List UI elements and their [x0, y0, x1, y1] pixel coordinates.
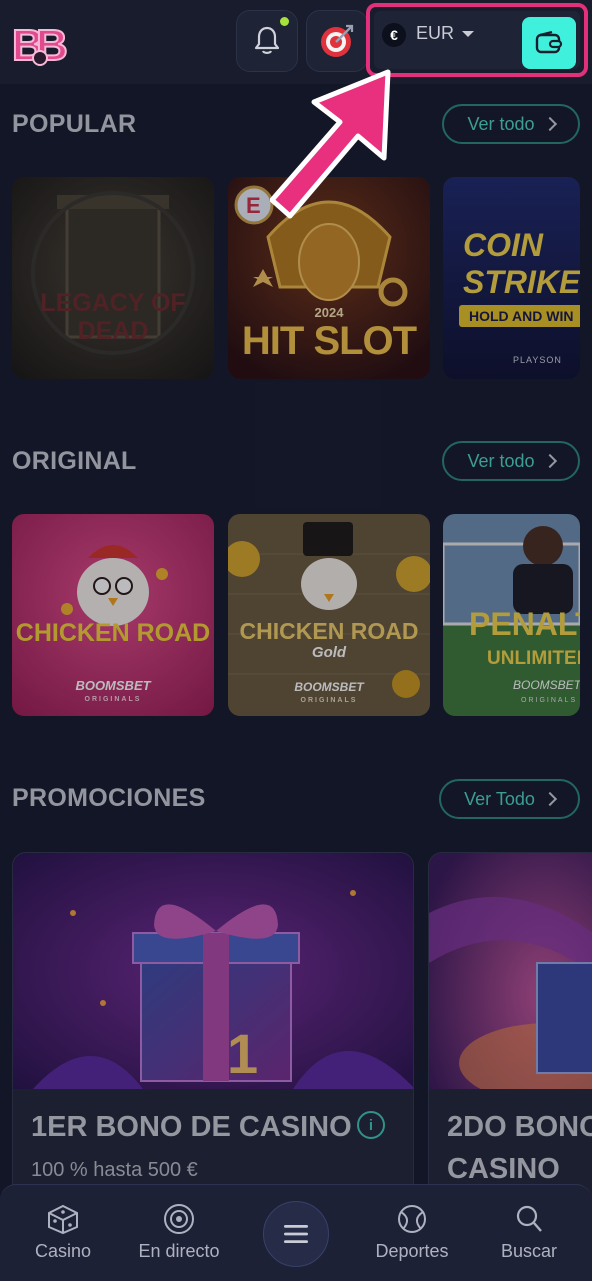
nav-item-sports[interactable]: Deportes [362, 1203, 462, 1262]
game-title: CHICKEN ROAD [15, 619, 211, 647]
game-subtitle: Gold [311, 644, 347, 661]
wallet-panel: € EUR [374, 11, 580, 69]
caret-down-icon[interactable] [462, 31, 474, 37]
currency-symbol: € [382, 23, 406, 47]
brand-label: BOOMSBET [75, 678, 151, 693]
see-all-original-button[interactable]: Ver todo [442, 441, 580, 481]
game-tile-penalty-unlimited[interactable]: PENALTY UNLIMITED BOOMSBET ORIGINALS [443, 514, 580, 716]
nav-item-casino[interactable]: Casino [13, 1203, 113, 1262]
wallet-button[interactable] [522, 17, 576, 69]
menu-button[interactable] [263, 1201, 329, 1267]
game-tile-chicken-road[interactable]: CHICKEN ROAD BOOMSBET ORIGINALS [12, 514, 214, 716]
promo-title: 1ER BONO DE CASINO [31, 1111, 352, 1143]
dice-icon [48, 1204, 78, 1235]
section-title-popular: POPULAR [12, 110, 137, 138]
section-title-promotions: PROMOCIONES [12, 784, 206, 812]
promo-title-line1: 2DO BONO DE [447, 1111, 592, 1143]
section-title-original: ORIGINAL [12, 447, 137, 475]
promo-title-line2: CASINO [447, 1153, 560, 1185]
chevron-right-icon [542, 116, 557, 132]
see-all-label: Ver todo [467, 450, 535, 471]
see-all-label: Ver Todo [464, 788, 535, 809]
game-title: LEGACY OF DEAD [40, 289, 186, 345]
bottom-navigation: Casino En directo Deportes Buscar [0, 1184, 592, 1281]
nav-item-live[interactable]: En directo [129, 1203, 229, 1262]
originals-tag: ORIGINALS [300, 697, 358, 704]
notification-dot [280, 17, 289, 26]
game-year: 2024 [314, 305, 344, 320]
game-tile-legacy-of-dead[interactable]: LEGACY OF DEAD [12, 177, 214, 379]
game-tile-coin-strike[interactable]: COIN STRIKE HOLD AND WIN PLAYSON [443, 177, 580, 379]
see-all-promotions-button[interactable]: Ver Todo [439, 779, 580, 819]
game-title: COIN STRIKE [463, 227, 580, 300]
originals-tag: ORIGINALS [84, 696, 142, 703]
notifications-button[interactable] [236, 10, 298, 72]
info-icon[interactable]: i [357, 1111, 385, 1139]
nav-label: Casino [34, 1241, 92, 1261]
chevron-right-icon [542, 453, 557, 469]
wallet-icon [535, 31, 563, 54]
live-icon [164, 1204, 194, 1234]
brand-label: BOOMSBET [513, 678, 580, 692]
nav-label: En directo [138, 1241, 220, 1261]
game-title: HIT SLOT [241, 319, 417, 363]
game-subtitle: HOLD AND WIN [469, 308, 574, 324]
see-all-popular-button[interactable]: Ver todo [442, 104, 580, 144]
svg-text:E: E [246, 193, 261, 218]
ball-icon [398, 1205, 426, 1233]
promo-card-first-deposit[interactable]: 1 1ER BONO DE CASINO i 100 % hasta 500 € [12, 852, 414, 1212]
nav-label: Deportes [375, 1241, 449, 1261]
game-subtitle: UNLIMITED [487, 648, 580, 669]
promo-card-second-deposit[interactable]: 2DO BONO DE CASINO [428, 852, 592, 1212]
promo-subtitle: 100 % hasta 500 € [31, 1159, 198, 1181]
brand-label: BOOMSBET [294, 680, 364, 694]
originals-tag: ORIGINALS [521, 697, 578, 704]
game-title: PENALTY [469, 606, 580, 642]
gift-number: 1 [227, 1022, 259, 1085]
bell-icon [254, 26, 280, 54]
game-tile-chicken-road-gold[interactable]: CHICKEN ROAD Gold BOOMSBET ORIGINALS [228, 514, 430, 716]
target-icon [321, 24, 354, 57]
provider-label: PLAYSON [513, 355, 562, 365]
chevron-right-icon [542, 791, 557, 807]
see-all-label: Ver todo [467, 113, 535, 134]
missions-button[interactable] [306, 10, 368, 72]
site-logo[interactable]: B B [10, 14, 70, 71]
tutorial-arrow-icon [270, 69, 391, 219]
game-title: CHICKEN ROAD [239, 618, 419, 644]
currency-selector[interactable]: EUR [416, 23, 454, 44]
hamburger-icon [284, 1225, 308, 1243]
nav-label: Buscar [500, 1241, 558, 1261]
search-icon [516, 1205, 542, 1232]
nav-item-search[interactable]: Buscar [479, 1203, 579, 1262]
